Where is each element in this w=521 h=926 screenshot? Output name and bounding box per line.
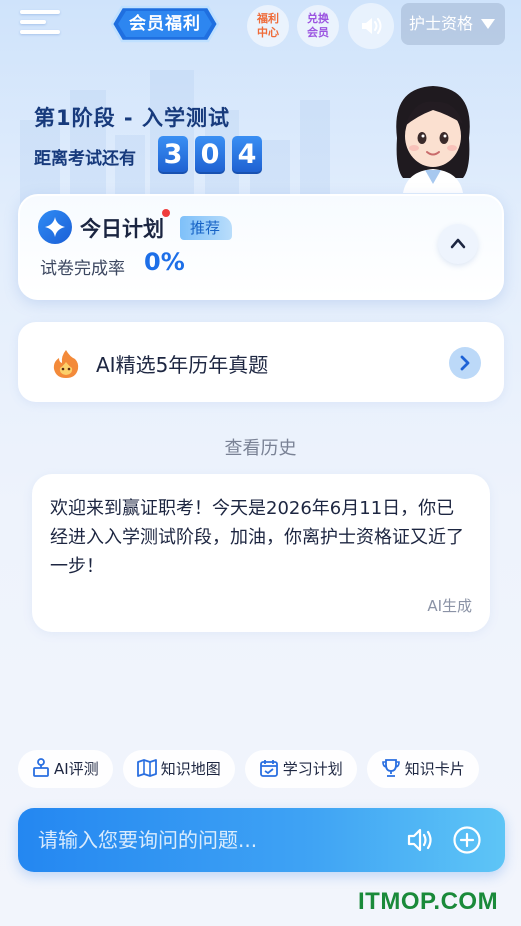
sound-button[interactable]: [348, 3, 394, 49]
voice-input-icon[interactable]: [406, 826, 434, 854]
member-benefits-button[interactable]: 会员福利: [110, 5, 220, 43]
view-history-link[interactable]: 查看历史: [0, 434, 521, 460]
countdown-digit: 0: [195, 136, 225, 174]
exam-type-select[interactable]: 护士资格: [401, 3, 505, 45]
chevron-up-icon: [450, 238, 466, 249]
exchange-label-line1: 兑换: [307, 12, 329, 25]
site-watermark: ITMOP.COM: [358, 888, 499, 915]
countdown-digit: 4: [232, 136, 262, 174]
quick-action-chips: AI评测 知识地图 学习计划 知识卡片: [18, 750, 521, 788]
question-input-bar: [18, 808, 505, 872]
menu-icon-line: [20, 30, 60, 34]
chevron-right-icon: [460, 355, 470, 371]
ai-message-text: 欢迎来到赢证职考！今天是2026年6月11日，你已经进入入学测试阶段，加油，你离…: [50, 498, 464, 577]
assistant-avatar: [396, 86, 470, 193]
collapse-button[interactable]: [438, 224, 478, 264]
ai-message-card: 欢迎来到赢证职考！今天是2026年6月11日，你已经进入入学测试阶段，加油，你离…: [32, 474, 490, 632]
menu-icon-line: [20, 10, 60, 14]
calendar-icon: [259, 760, 278, 777]
welfare-label-line2: 中心: [257, 26, 279, 39]
fire-icon: [53, 350, 79, 378]
recommend-badge: 推荐: [180, 216, 233, 240]
map-icon: [136, 759, 157, 777]
welfare-center-button[interactable]: 福利 中心: [247, 5, 289, 47]
countdown-digits: 304: [158, 136, 269, 174]
today-plan-card[interactable]: 今日计划 推荐 试卷完成率 0%: [18, 194, 504, 300]
menu-button[interactable]: [20, 10, 60, 40]
trophy-icon: [381, 759, 400, 777]
countdown-digit: 3: [158, 136, 188, 174]
exam-type-value: 护士资格: [409, 14, 474, 33]
dropdown-arrow-icon: [481, 19, 495, 29]
chip-ai-evaluation[interactable]: AI评测: [18, 750, 113, 788]
member-benefits-label: 会员福利: [129, 14, 201, 34]
question-input[interactable]: [38, 822, 398, 858]
chip-label: 知识卡片: [404, 760, 465, 778]
speaker-icon: [362, 18, 382, 34]
countdown-label: 距离考试还有: [34, 149, 136, 169]
plan-title: 今日计划: [80, 217, 164, 241]
chip-knowledge-map[interactable]: 知识地图: [122, 750, 235, 788]
welfare-label-line1: 福利: [257, 12, 279, 25]
chip-label: 学习计划: [282, 760, 343, 778]
completion-rate-value: 0%: [144, 248, 185, 276]
ai-evaluation-icon: [33, 758, 49, 777]
exchange-label-line2: 会员: [307, 26, 329, 39]
chip-knowledge-cards[interactable]: 知识卡片: [366, 750, 479, 788]
stage-title: 第1阶段 - 入学测试: [34, 106, 230, 130]
chip-label: AI评测: [54, 760, 99, 778]
top-bar: 会员福利 福利 中心 兑换 会员 护士资格: [0, 0, 521, 50]
add-icon[interactable]: [452, 825, 482, 855]
ai-card-label: AI精选5年历年真题: [96, 353, 269, 377]
exchange-member-button[interactable]: 兑换 会员: [297, 5, 339, 47]
completion-rate-label: 试卷完成率: [40, 259, 125, 279]
go-button[interactable]: [449, 347, 481, 379]
menu-icon-line: [20, 20, 46, 24]
chip-label: 知识地图: [160, 760, 221, 778]
ai-generated-label: AI生成: [427, 597, 472, 615]
chip-study-plan[interactable]: 学习计划: [244, 750, 357, 788]
sparkle-icon: [38, 210, 72, 244]
ai-past-papers-card[interactable]: AI精选5年历年真题: [18, 322, 504, 402]
notification-dot: [162, 209, 170, 217]
